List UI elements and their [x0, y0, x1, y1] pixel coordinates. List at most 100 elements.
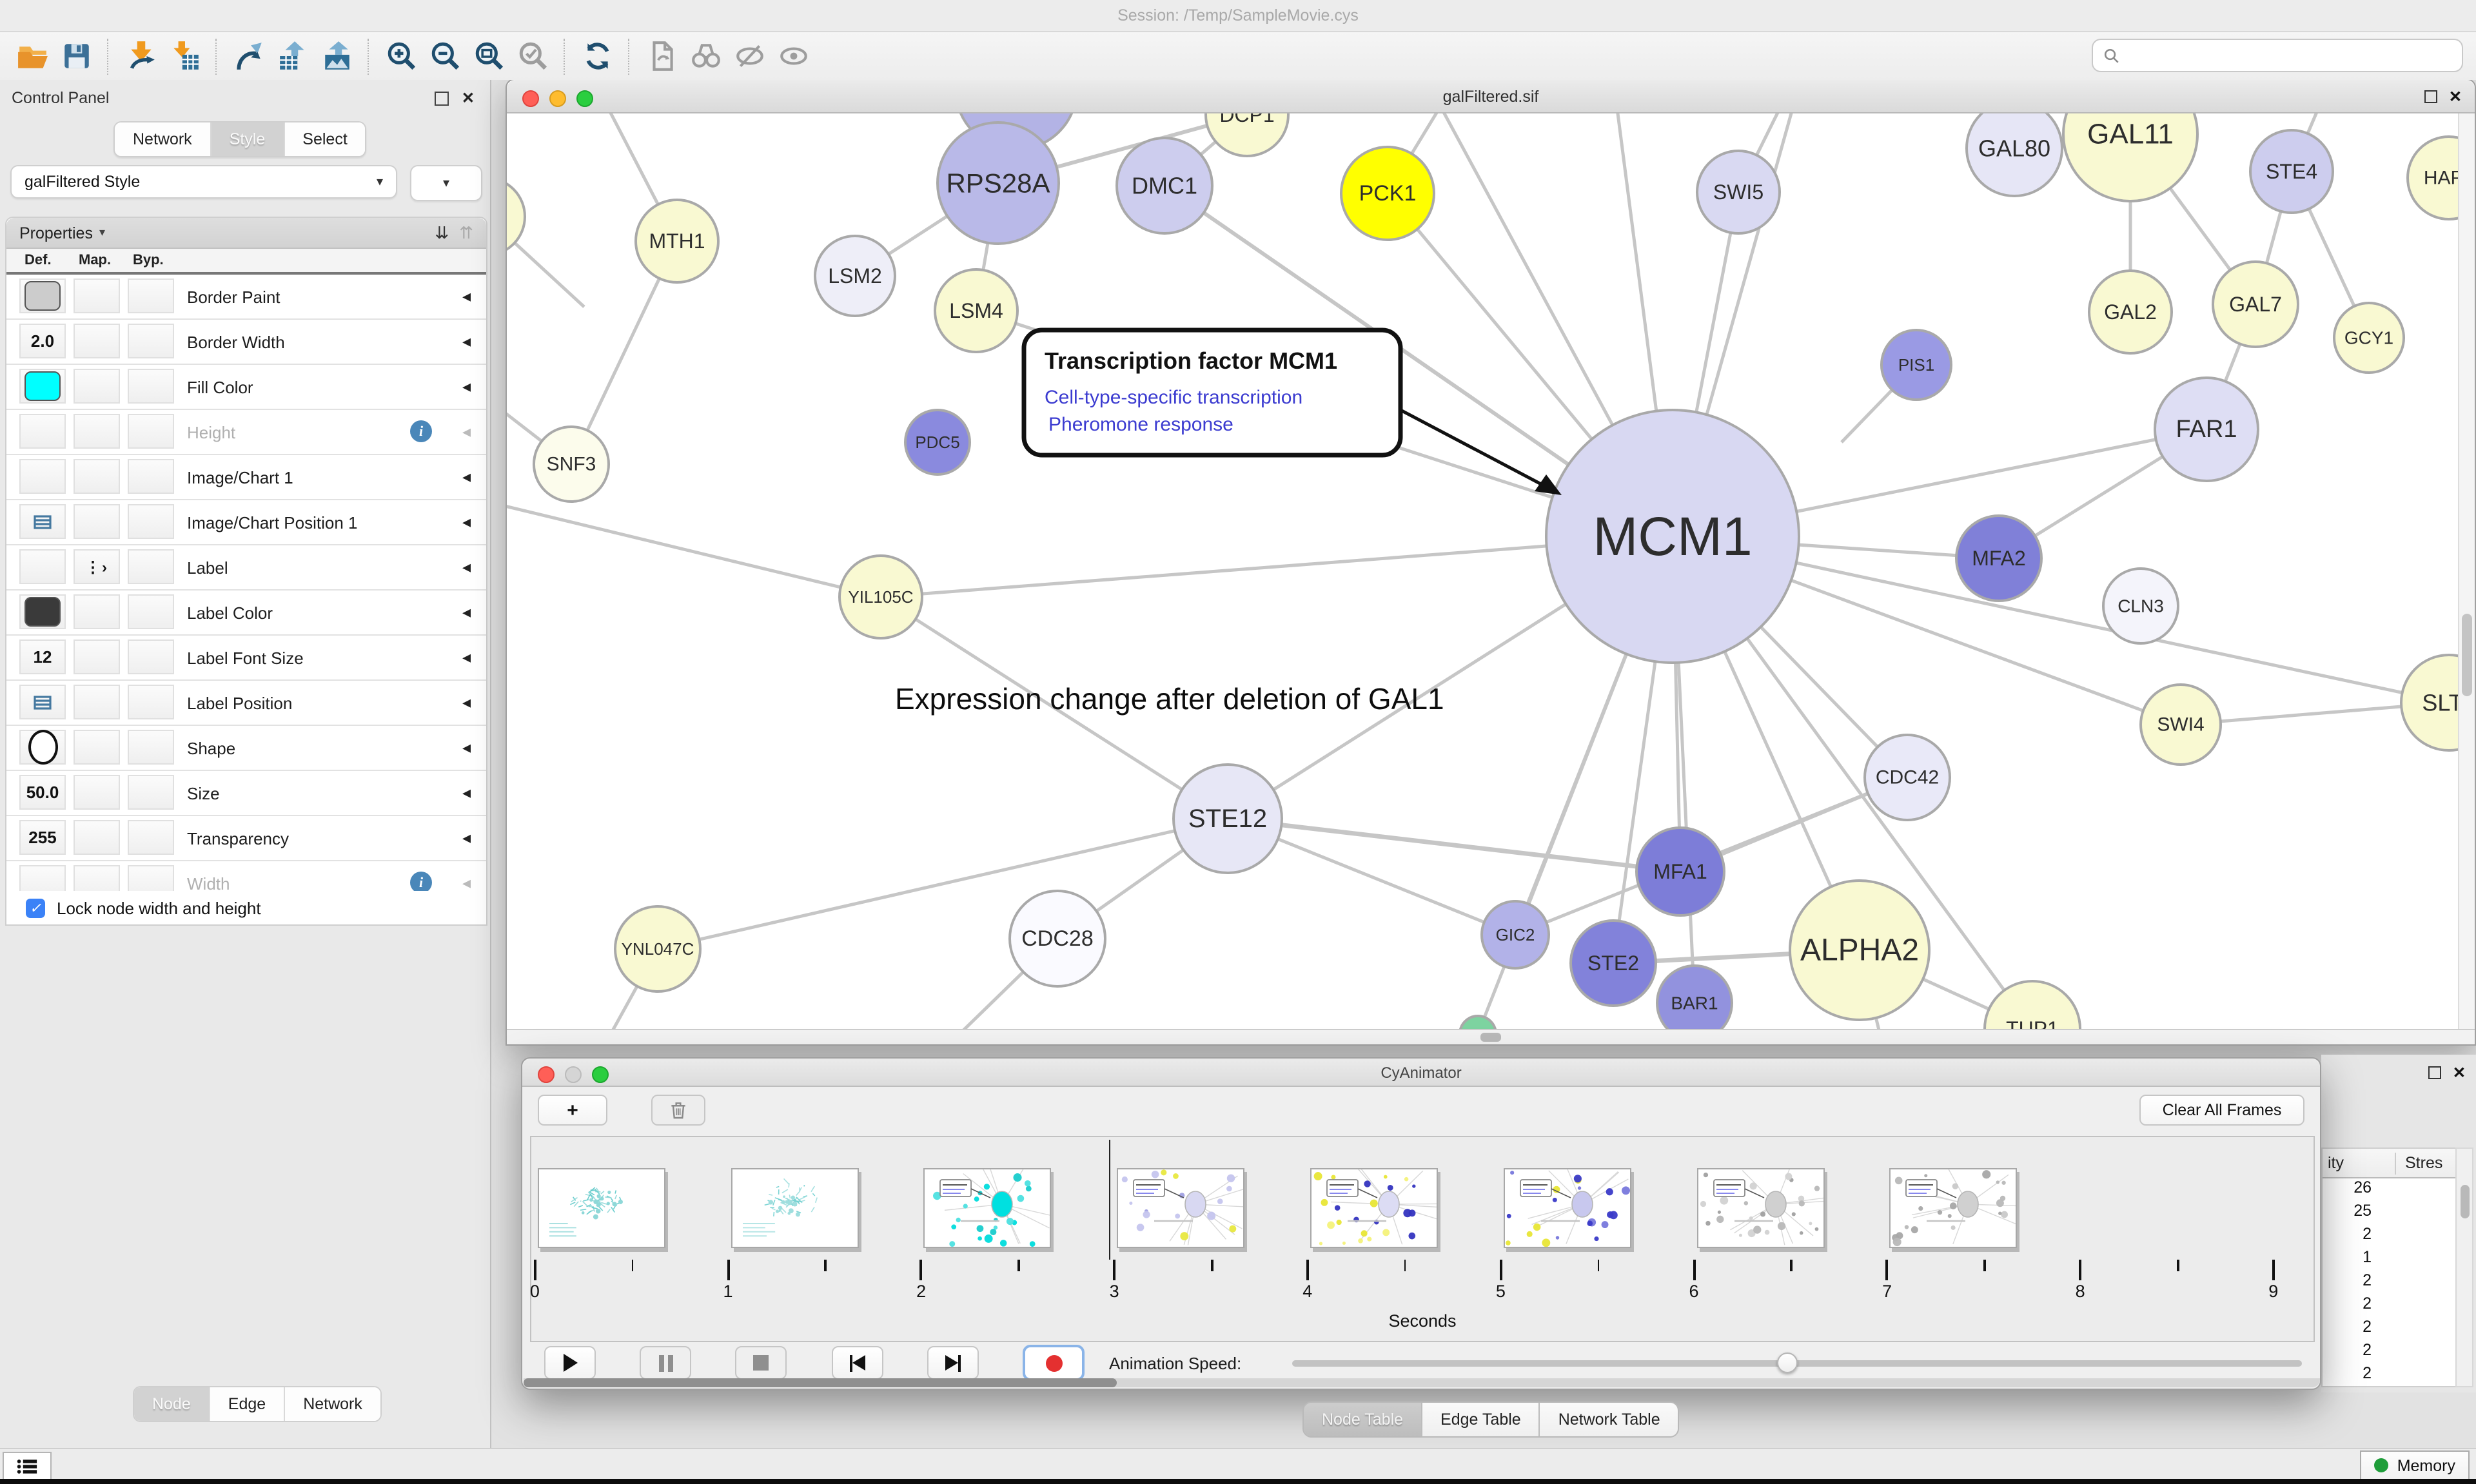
property-row-fill-color[interactable]: Fill Color◂ [6, 365, 486, 410]
import-table-icon[interactable] [165, 37, 204, 75]
mapping-cell[interactable] [74, 639, 120, 674]
bypass-cell[interactable] [128, 775, 174, 810]
mapping-cell[interactable] [74, 369, 120, 404]
tab-style[interactable]: Style [211, 122, 285, 156]
collapse-row-icon[interactable]: ◂ [462, 320, 471, 364]
node-GAL2[interactable]: GAL2 [2089, 271, 2172, 353]
slider-thumb[interactable] [1777, 1352, 1798, 1373]
close-panel-icon[interactable]: ✕ [462, 89, 475, 107]
hide-selected-icon[interactable] [730, 37, 769, 75]
bypass-cell[interactable] [128, 369, 174, 404]
node-FAR1[interactable]: FAR1 [2155, 378, 2258, 481]
bypass-cell[interactable] [128, 730, 174, 765]
maximize-frame-icon[interactable] [2424, 90, 2437, 103]
frame-thumbnail-3[interactable] [924, 1168, 1052, 1248]
node-CDC28[interactable]: CDC28 [1010, 891, 1105, 986]
property-row-label-position[interactable]: Label Position◂ [6, 681, 486, 726]
bypass-cell[interactable] [128, 594, 174, 629]
mapping-cell[interactable] [74, 730, 120, 765]
collapse-row-icon[interactable]: ◂ [462, 545, 471, 589]
cyanimator-titlebar[interactable]: CyAnimator [522, 1059, 2320, 1087]
collapse-row-icon[interactable]: ◂ [462, 726, 471, 770]
node-DCP1[interactable]: DCP1 [1206, 113, 1288, 156]
mapping-cell[interactable] [74, 414, 120, 449]
table-vertical-scrollbar[interactable] [2455, 1147, 2473, 1387]
property-row-size[interactable]: 50.0Size◂ [6, 771, 486, 816]
skip-to-start-button[interactable] [832, 1346, 883, 1380]
annotation-mcm1[interactable]: Transcription factor MCM1Cell-type-speci… [1024, 330, 1562, 495]
property-row-image-chart-position-1[interactable]: Image/Chart Position 1◂ [6, 500, 486, 545]
property-row-label-font-size[interactable]: 12Label Font Size◂ [6, 636, 486, 681]
delete-frame-button[interactable] [651, 1095, 705, 1126]
annotation-link[interactable]: Pheromone response [1048, 414, 1233, 435]
node-PDC5[interactable]: PDC5 [905, 410, 970, 474]
mapping-cell[interactable] [74, 594, 120, 629]
zoom-fit-icon[interactable] [469, 37, 508, 75]
default-value-cell[interactable] [19, 278, 66, 313]
mapping-cell[interactable] [74, 324, 120, 358]
node-BAR1[interactable]: BAR1 [1657, 966, 1732, 1031]
float-panel-icon[interactable] [435, 91, 449, 105]
bypass-cell[interactable] [128, 278, 174, 313]
table-column-Stres[interactable]: Stres [2405, 1154, 2442, 1172]
node-table-header[interactable]: ityStres [2323, 1149, 2455, 1178]
table-row[interactable]: 26 [2323, 1178, 2455, 1202]
task-history-button[interactable] [3, 1452, 52, 1480]
node-MTH1[interactable]: MTH1 [636, 200, 718, 282]
bypass-cell[interactable] [128, 549, 174, 584]
node-STE2[interactable]: STE2 [1571, 921, 1656, 1006]
node-SWI5[interactable]: SWI5 [1697, 151, 1780, 233]
open-session-icon[interactable] [13, 37, 52, 75]
property-row-height[interactable]: Heighti◂ [6, 410, 486, 455]
export-image-icon[interactable] [317, 37, 356, 75]
zoom-in-icon[interactable] [382, 37, 420, 75]
table-row[interactable]: 2 [2323, 1294, 2455, 1318]
mapping-cell[interactable] [74, 278, 120, 313]
collapse-row-icon[interactable]: ◂ [462, 410, 471, 454]
play-button[interactable] [544, 1346, 596, 1380]
collapse-row-icon[interactable]: ◂ [462, 455, 471, 499]
animation-speed-slider[interactable] [1292, 1360, 2302, 1367]
node-GAL11[interactable]: GAL11 [2063, 113, 2197, 201]
mapping-cell[interactable] [74, 775, 120, 810]
pause-button[interactable] [640, 1346, 691, 1380]
node-GCY1[interactable]: GCY1 [2334, 303, 2404, 373]
clear-all-frames-button[interactable]: Clear All Frames [2139, 1095, 2304, 1126]
bypass-cell[interactable] [128, 504, 174, 539]
zoom-selected-icon[interactable] [513, 37, 552, 75]
tab-edge-table[interactable]: Edge Table [1422, 1403, 1540, 1436]
search-network-icon[interactable] [686, 37, 725, 75]
table-row[interactable]: 2 [2323, 1271, 2455, 1294]
network-canvas[interactable]: RPS28BDCP1RPS28ADMC1PCK1MTH1LSM2LSM4SNF3… [507, 113, 2458, 1031]
default-value-cell[interactable] [19, 549, 66, 584]
bypass-cell[interactable] [128, 459, 174, 494]
node-PCK1[interactable]: PCK1 [1341, 147, 1434, 240]
mapping-cell[interactable] [74, 685, 120, 719]
memory-button[interactable]: Memory [2360, 1450, 2470, 1480]
node-STE4[interactable]: STE4 [2250, 130, 2333, 213]
mapping-cell[interactable] [74, 459, 120, 494]
collapse-row-icon[interactable]: ◂ [462, 636, 471, 679]
node-GAL7[interactable]: GAL7 [2213, 262, 2298, 347]
panel-tab-edge[interactable]: Edge [210, 1387, 285, 1421]
skip-to-end-button[interactable] [927, 1346, 979, 1380]
clone-network-icon[interactable] [642, 37, 681, 75]
property-row-transparency[interactable]: 255Transparency◂ [6, 816, 486, 861]
info-icon[interactable]: i [410, 872, 432, 893]
zoom-out-icon[interactable] [426, 37, 464, 75]
property-row-image-chart-1[interactable]: Image/Chart 1◂ [6, 455, 486, 500]
node-RPS28A[interactable]: RPS28A [938, 122, 1059, 244]
add-frame-button[interactable]: + [538, 1095, 607, 1126]
bypass-cell[interactable] [128, 639, 174, 674]
collapse-row-icon[interactable]: ◂ [462, 365, 471, 409]
node-STE12[interactable]: STE12 [1174, 765, 1282, 873]
tab-network[interactable]: Network [115, 122, 211, 156]
search-input[interactable] [2128, 45, 2451, 66]
property-row-border-width[interactable]: 2.0Border Width◂ [6, 320, 486, 365]
tab-select[interactable]: Select [284, 122, 366, 156]
collapse-row-icon[interactable]: ◂ [462, 771, 471, 815]
timeline-playhead[interactable] [1108, 1140, 1110, 1260]
bypass-cell[interactable] [128, 414, 174, 449]
default-value-cell[interactable] [19, 504, 66, 539]
table-row[interactable]: 2 [2323, 1225, 2455, 1248]
